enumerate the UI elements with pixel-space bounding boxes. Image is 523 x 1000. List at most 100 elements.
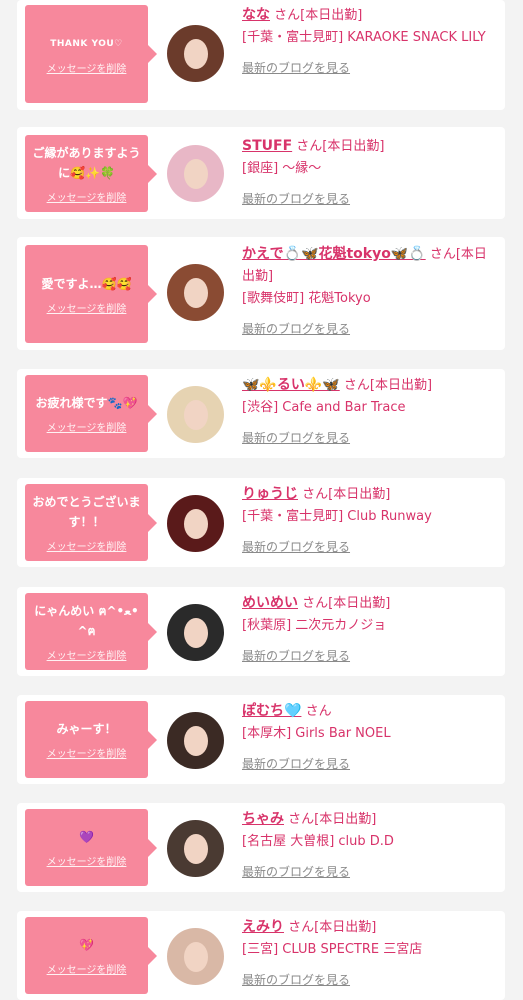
message-text: みゃーす！ [56, 722, 117, 736]
delete-message-link[interactable]: メッセージを削除 [47, 60, 127, 75]
message-text: おめでとうございます！！ [32, 495, 141, 529]
message-text: THANK YOU♡ [50, 38, 123, 49]
latest-blog-link[interactable]: 最新のブログを見る [242, 188, 497, 210]
cast-status: さん [305, 704, 332, 719]
delete-message-link[interactable]: メッセージを削除 [47, 189, 127, 204]
message-card: THANK YOU♡ メッセージを削除 なな さん[本日出勤] [千葉・富士見町… [17, 0, 505, 110]
delete-message-link[interactable]: メッセージを削除 [47, 300, 127, 315]
message-text: 💜 [79, 830, 94, 844]
message-card: みゃーす！ メッセージを削除 ぽむち🩵 さん [本厚木] Girls Bar N… [17, 695, 505, 784]
cast-name-link[interactable]: りゅうじ [242, 486, 298, 502]
cast-name-link[interactable]: ちゃみ [242, 811, 284, 827]
message-text: 愛ですよ…🥰🥰 [41, 276, 132, 291]
message-card: お疲れ様です🐾💖 メッセージを削除 🦋⚜️るい⚜️🦋 さん[本日出勤] [渋谷]… [17, 369, 505, 458]
avatar-face [184, 400, 208, 430]
cast-header: なな さん[本日出勤] [242, 4, 497, 27]
cast-status: さん[本日出勤] [288, 920, 377, 935]
cast-status: さん[本日出勤] [274, 8, 363, 23]
cast-header: えみり さん[本日出勤] [242, 916, 497, 939]
message-text: にゃんめい ฅ^•ﻌ•^ฅ [34, 604, 139, 638]
avatar-face [184, 39, 208, 69]
message-bubble: みゃーす！ メッセージを削除 [25, 701, 157, 778]
latest-blog-link[interactable]: 最新のブログを見る [242, 645, 497, 667]
avatar[interactable] [167, 386, 224, 443]
delete-message-link[interactable]: メッセージを削除 [47, 853, 127, 868]
latest-blog-link[interactable]: 最新のブログを見る [242, 536, 497, 558]
delete-message-link[interactable]: メッセージを削除 [47, 647, 127, 662]
delete-message-link[interactable]: メッセージを削除 [47, 419, 127, 434]
cast-name-link[interactable]: なな [242, 7, 270, 23]
avatar[interactable] [167, 495, 224, 552]
avatar[interactable] [167, 145, 224, 202]
shop-name: [歌舞伎町] 花魁Tokyo [242, 291, 371, 306]
message-bubble: 愛ですよ…🥰🥰 メッセージを削除 [25, 245, 157, 343]
message-bubble: お疲れ様です🐾💖 メッセージを削除 [25, 375, 157, 452]
avatar[interactable] [167, 604, 224, 661]
latest-blog-link[interactable]: 最新のブログを見る [242, 753, 497, 775]
avatar[interactable] [167, 712, 224, 769]
delete-message-link[interactable]: メッセージを削除 [47, 745, 127, 760]
cast-status: さん[本日出勤] [302, 596, 391, 611]
shop-name: [銀座] 〜縁〜 [242, 161, 322, 176]
avatar-face [184, 834, 208, 864]
avatar[interactable] [167, 820, 224, 877]
avatar[interactable] [167, 264, 224, 321]
message-card: 💖 メッセージを削除 えみり さん[本日出勤] [三宮] CLUB SPECTR… [17, 911, 505, 1000]
cast-info: ちゃみ さん[本日出勤] [名古屋 大曽根] club D.D 最新のブログを見… [242, 808, 497, 883]
message-text: ご縁がありますように🥰✨🍀 [32, 146, 141, 180]
shop-name: [秋葉原] 二次元カノジョ [242, 618, 387, 633]
message-bubble: THANK YOU♡ メッセージを削除 [25, 5, 157, 103]
cast-info: ぽむち🩵 さん [本厚木] Girls Bar NOEL 最新のブログを見る [242, 700, 497, 775]
message-card: 💜 メッセージを削除 ちゃみ さん[本日出勤] [名古屋 大曽根] club D… [17, 803, 505, 892]
shop-name: [千葉・富士見町] Club Runway [242, 509, 432, 524]
cast-header: ぽむち🩵 さん [242, 700, 497, 723]
message-text: お疲れ様です🐾💖 [35, 396, 138, 410]
message-bubble: 💜 メッセージを削除 [25, 809, 157, 886]
latest-blog-link[interactable]: 最新のブログを見る [242, 427, 497, 449]
message-bubble: にゃんめい ฅ^•ﻌ•^ฅ メッセージを削除 [25, 593, 157, 670]
shop-name: [三宮] CLUB SPECTRE 三宮店 [242, 942, 423, 957]
latest-blog-link[interactable]: 最新のブログを見る [242, 861, 497, 883]
message-text: 💖 [79, 938, 94, 952]
avatar-face [184, 278, 208, 308]
cast-info: かえで💍🦋花魁tokyo🦋💍 さん[本日出勤] [歌舞伎町] 花魁Tokyo 最… [242, 243, 497, 340]
cast-header: めいめい さん[本日出勤] [242, 592, 497, 615]
cast-info: STUFF さん[本日出勤] [銀座] 〜縁〜 最新のブログを見る [242, 135, 497, 210]
delete-message-link[interactable]: メッセージを削除 [47, 961, 127, 976]
message-bubble: ご縁がありますように🥰✨🍀 メッセージを削除 [25, 135, 157, 212]
cast-header: 🦋⚜️るい⚜️🦋 さん[本日出勤] [242, 374, 497, 397]
message-card: にゃんめい ฅ^•ﻌ•^ฅ メッセージを削除 めいめい さん[本日出勤] [秋葉… [17, 587, 505, 676]
avatar-face [184, 159, 208, 189]
message-bubble: 💖 メッセージを削除 [25, 917, 157, 994]
cast-info: えみり さん[本日出勤] [三宮] CLUB SPECTRE 三宮店 最新のブロ… [242, 916, 497, 991]
cast-status: さん[本日出勤] [343, 378, 433, 393]
avatar-face [184, 509, 208, 539]
latest-blog-link[interactable]: 最新のブログを見る [242, 318, 497, 340]
cast-name-link[interactable]: STUFF [242, 138, 292, 154]
message-card: 愛ですよ…🥰🥰 メッセージを削除 かえで💍🦋花魁tokyo🦋💍 さん[本日出勤]… [17, 237, 505, 350]
message-card: おめでとうございます！！ メッセージを削除 りゅうじ さん[本日出勤] [千葉・… [17, 478, 505, 567]
cast-name-link[interactable]: えみり [242, 919, 284, 935]
avatar[interactable] [167, 25, 224, 82]
cast-name-link[interactable]: かえで💍🦋花魁tokyo🦋💍 [242, 246, 426, 262]
shop-name: [渋谷] Cafe and Bar Trace [242, 400, 406, 415]
shop-name: [本厚木] Girls Bar NOEL [242, 726, 391, 741]
avatar[interactable] [167, 928, 224, 985]
cast-name-link[interactable]: 🦋⚜️るい⚜️🦋 [242, 377, 340, 393]
message-card: ご縁がありますように🥰✨🍀 メッセージを削除 STUFF さん[本日出勤] [銀… [17, 127, 505, 219]
latest-blog-link[interactable]: 最新のブログを見る [242, 57, 497, 79]
shop-name: [千葉・富士見町] KARAOKE SNACK LILY [242, 30, 486, 45]
cast-info: なな さん[本日出勤] [千葉・富士見町] KARAOKE SNACK LILY… [242, 4, 497, 79]
delete-message-link[interactable]: メッセージを削除 [47, 538, 127, 553]
latest-blog-link[interactable]: 最新のブログを見る [242, 969, 497, 991]
avatar-face [184, 726, 208, 756]
cast-name-link[interactable]: ぽむち🩵 [242, 703, 301, 719]
cast-header: STUFF さん[本日出勤] [242, 135, 497, 158]
cast-status: さん[本日出勤] [288, 812, 377, 827]
shop-name: [名古屋 大曽根] club D.D [242, 834, 394, 849]
avatar-face [184, 942, 208, 972]
cast-status: さん[本日出勤] [302, 487, 391, 502]
cast-name-link[interactable]: めいめい [242, 595, 298, 611]
cast-header: かえで💍🦋花魁tokyo🦋💍 さん[本日出勤] [242, 243, 497, 288]
cast-info: 🦋⚜️るい⚜️🦋 さん[本日出勤] [渋谷] Cafe and Bar Trac… [242, 374, 497, 449]
